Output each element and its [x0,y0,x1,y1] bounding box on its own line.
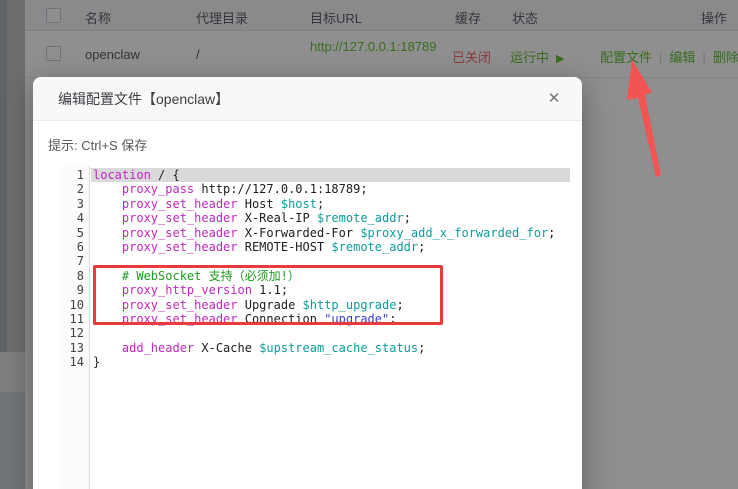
line-number: 7 [76,254,84,269]
dialog-title: 编辑配置文件【openclaw】 [58,91,230,107]
line-number: 8 [76,268,84,283]
line-number: 12 [69,326,84,341]
code-line: proxy_pass http://127.0.0.1:18789; [121,182,368,197]
code-line: proxy_set_header X-Forwarded-For $proxy_… [121,225,556,240]
line-number: 11 [69,311,84,326]
line-number: 10 [69,297,84,312]
line-number: 5 [76,225,84,240]
editor-code: location / { proxy_pass http://127.0.0.1… [91,166,570,489]
code-line: proxy_set_header Host $host; [121,196,325,211]
code-line: } [93,355,101,370]
line-number: 13 [69,340,84,355]
dialog-header: 编辑配置文件【openclaw】 ✕ [33,77,582,121]
line-number: 3 [76,196,84,211]
line-number: 4 [76,211,84,226]
screen: 名称 代理目录 目标URL 缓存 状态 操作 openclaw / http:/… [0,0,738,489]
line-number: 2 [76,182,84,197]
editor-gutter: 1 2 3 4 5 6 7 8 9 10 11 12 13 14 [60,166,90,489]
line-number: 9 [76,283,84,298]
line-number: 14 [69,355,84,370]
line-number: 1 [76,168,84,182]
code-line: proxy_set_header REMOTE-HOST $remote_add… [121,239,426,254]
line-number: 6 [76,239,84,254]
code-line: location / { [91,168,570,183]
config-code-editor[interactable]: 1 2 3 4 5 6 7 8 9 10 11 12 13 14 location / { proxy_p… [60,166,570,489]
code-line: add_header X-Cache $upstream_cache_statu… [121,340,426,355]
close-icon[interactable]: ✕ [544,89,564,109]
save-hint: 提示: Ctrl+S 保存 [48,138,148,153]
code-line: proxy_set_header X-Real-IP $remote_addr; [121,211,411,226]
annotation-highlight-box [93,265,443,325]
